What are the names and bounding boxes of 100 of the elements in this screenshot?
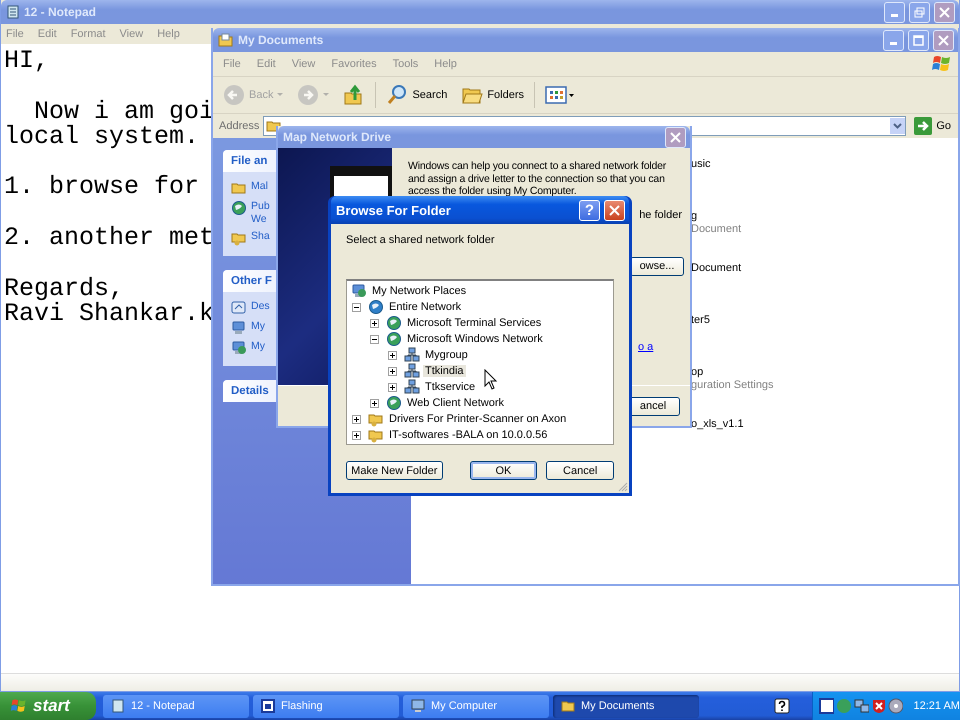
desktop-icon: [231, 300, 247, 316]
globe-icon: [231, 200, 247, 216]
dialog-button[interactable]: OK: [470, 461, 538, 480]
views-grid-icon: [545, 85, 576, 105]
plus-icon: [388, 350, 397, 360]
task-link[interactable]: My: [251, 340, 265, 353]
notepad-icon: [6, 5, 20, 19]
address-label: Address: [219, 120, 260, 132]
task-link[interactable]: Des: [251, 300, 270, 313]
expand-toggle[interactable]: [388, 382, 397, 392]
close-icon: [609, 204, 620, 216]
text-line: 1. browse for: [4, 174, 200, 200]
text-line: HI,: [4, 48, 50, 74]
file-label[interactable]: o_xls_v1.1: [691, 418, 958, 431]
folder-icon: [561, 699, 575, 713]
tree-item[interactable]: Ttkservice: [423, 381, 478, 393]
task-link[interactable]: Mal: [251, 180, 268, 193]
file-label[interactable]: ter5: [691, 314, 958, 327]
text-line: local system.: [4, 124, 200, 150]
tree-item[interactable]: Mygroup: [423, 349, 470, 361]
chevron-down-icon: [893, 123, 902, 129]
plus-icon: [370, 318, 379, 328]
globe-icon: [386, 331, 402, 347]
computer-icon: [351, 283, 367, 299]
arrow-right-icon: [914, 117, 932, 135]
globe-icon: [368, 299, 384, 315]
expand-toggle[interactable]: [352, 430, 361, 440]
start-button[interactable]: start: [0, 692, 96, 720]
network-icon[interactable]: [854, 698, 869, 714]
close-icon: [670, 132, 681, 142]
file-label[interactable]: guration Settings: [691, 379, 958, 392]
dialog-title: Map Network Drive: [283, 130, 392, 144]
tree-item[interactable]: Drivers For Printer-Scanner on Axon: [387, 413, 568, 425]
dropdown-caret-icon: [277, 93, 284, 97]
mouse-pointer-icon: [484, 369, 498, 391]
minimize-icon: [891, 14, 898, 17]
expand-toggle[interactable]: [388, 366, 397, 376]
task-link[interactable]: Sha: [251, 230, 270, 243]
expand-toggle[interactable]: [352, 414, 361, 424]
label-text: he folder: [639, 208, 682, 220]
help-icon[interactable]: [774, 698, 790, 714]
close-icon: [938, 34, 949, 46]
text-line: Now i am goi: [34, 98, 214, 124]
network-icon: [404, 363, 420, 379]
dialog-button[interactable]: Cancel: [546, 461, 614, 480]
text-line: Ravi Shankar.k: [4, 300, 214, 326]
computer-icon: [411, 699, 425, 713]
description-text: Windows can help you connect to a shared network folder and assign a drive letter to the connection so that you can access the folder using My Computer.: [408, 160, 668, 198]
expand-toggle[interactable]: [370, 318, 379, 328]
go-button[interactable]: Go: [910, 117, 955, 135]
collapse-toggle[interactable]: [352, 302, 361, 312]
tree-item[interactable]: My Network Places: [370, 285, 468, 297]
tree-item[interactable]: Microsoft Windows Network: [405, 333, 545, 345]
file-label[interactable]: usic: [691, 158, 958, 171]
file-label[interactable]: Document: [691, 223, 958, 236]
task-link[interactable]: My: [251, 320, 265, 333]
tree-item[interactable]: Entire Network: [387, 301, 464, 313]
resize-grip-icon[interactable]: [618, 482, 628, 492]
window-title: 12 - Notepad: [24, 5, 96, 19]
link[interactable]: o a: [638, 340, 654, 352]
plus-icon: [352, 430, 361, 440]
text-line: 2. another met: [4, 225, 214, 250]
collapse-toggle[interactable]: [370, 334, 379, 344]
expand-toggle[interactable]: [370, 398, 379, 408]
dialog-button[interactable]: Make New Folder: [346, 461, 443, 480]
maximize-icon: [913, 34, 924, 46]
taskbar-button[interactable]: My Documents: [553, 694, 699, 718]
search-icon: [386, 84, 408, 106]
folders-button[interactable]: Folders: [457, 82, 528, 108]
file-label[interactable]: Document: [691, 262, 958, 275]
clock: 12:21 AM: [913, 700, 960, 712]
file-label[interactable]: op: [691, 366, 958, 379]
window-icon[interactable]: [819, 698, 834, 714]
window-title: My Documents: [238, 33, 324, 47]
plus-icon: [388, 382, 397, 392]
shield-icon[interactable]: [870, 698, 886, 714]
folder-tree[interactable]: [346, 279, 614, 445]
plus-icon: [388, 366, 397, 376]
horizontal-scrollbar[interactable]: [1, 673, 959, 691]
globe-icon: [386, 395, 402, 411]
tree-item[interactable]: Web Client Network: [405, 397, 506, 409]
window-icon: [261, 699, 275, 713]
task-link[interactable]: Pub We: [251, 200, 270, 226]
dropdown-button[interactable]: [890, 118, 906, 134]
tree-item[interactable]: Ttkindia: [423, 365, 466, 377]
network-icon: [404, 347, 420, 363]
tree-item[interactable]: Microsoft Terminal Services: [405, 317, 544, 329]
browse-button[interactable]: owse...: [630, 256, 684, 276]
plus-icon: [370, 398, 379, 408]
minimize-icon: [890, 42, 897, 45]
network-icon: [404, 379, 420, 395]
close-icon: [939, 6, 950, 18]
tree-item[interactable]: IT-softwares -BALA on 10.0.0.56: [387, 429, 550, 441]
restore-icon: [914, 6, 925, 18]
search-button[interactable]: Search: [382, 82, 452, 108]
notepad-icon: [111, 699, 125, 713]
text-line: Regards,: [4, 276, 124, 301]
expand-toggle[interactable]: [388, 350, 397, 360]
dialog-title: Browse For Folder: [336, 202, 451, 218]
plus-icon: [352, 414, 361, 424]
